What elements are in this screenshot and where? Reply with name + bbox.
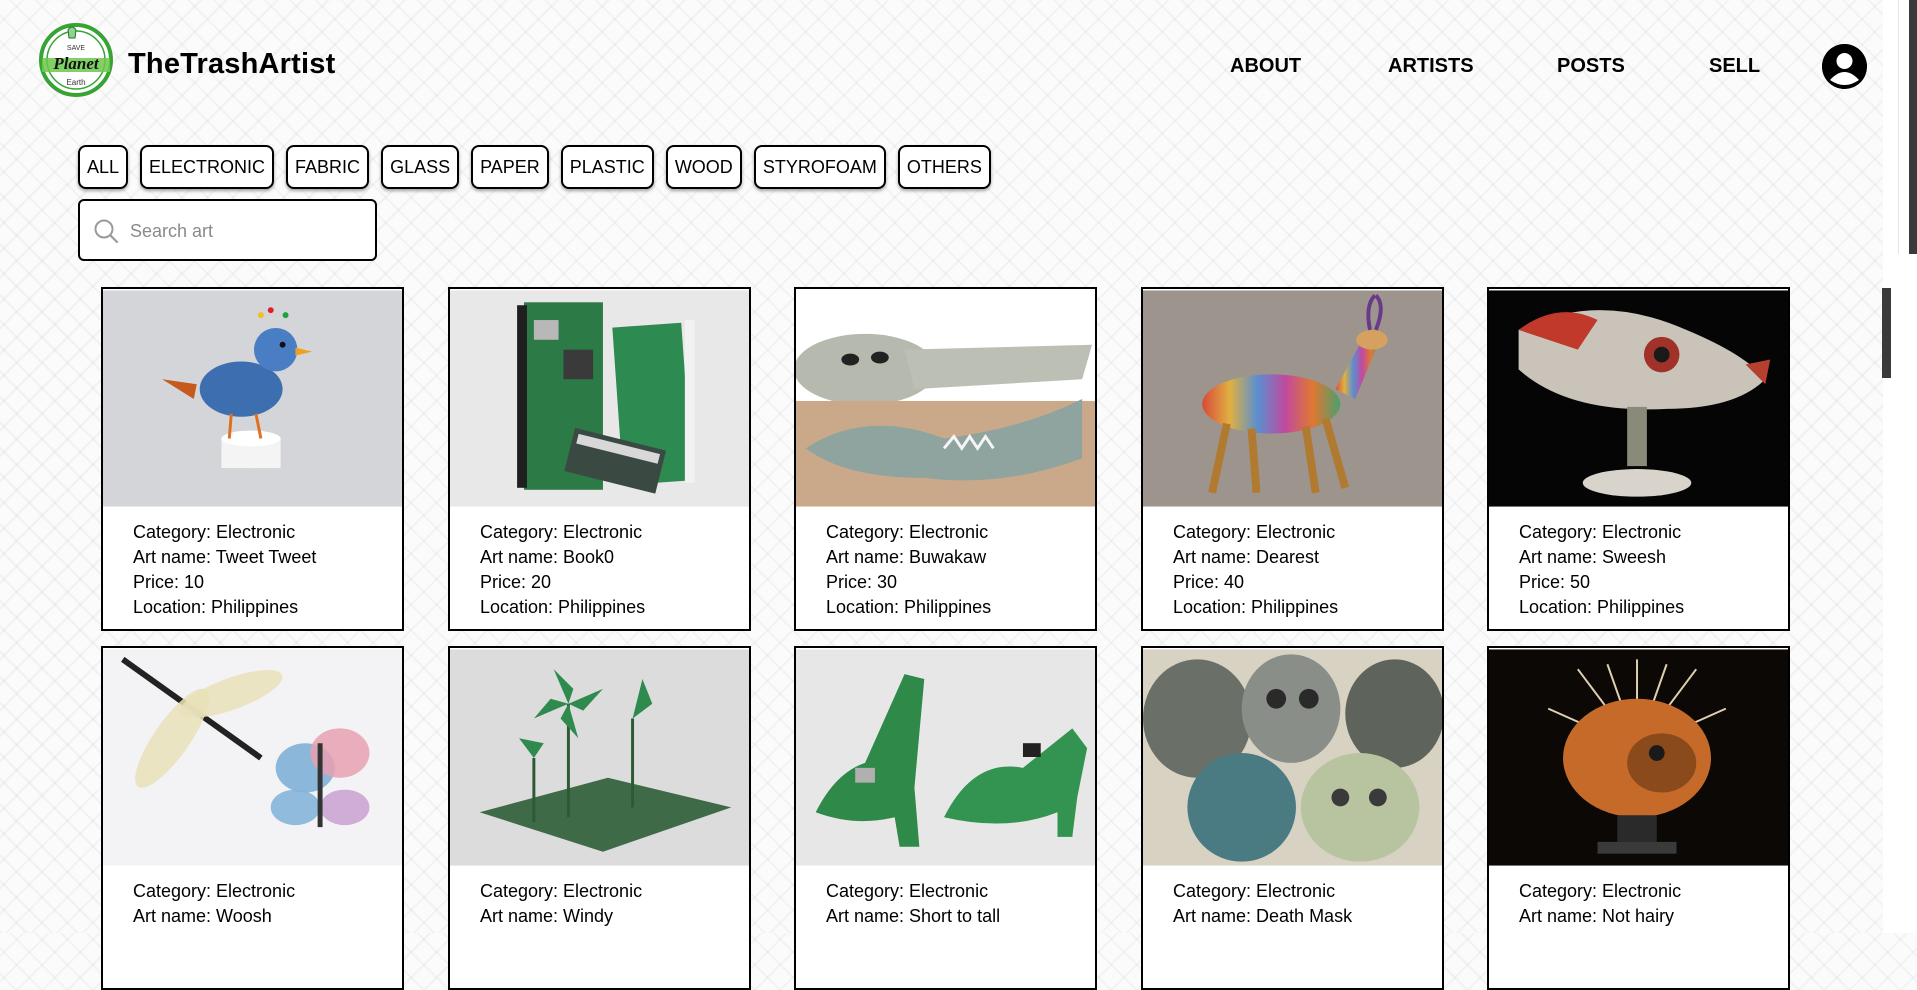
art-image xyxy=(796,649,1095,866)
filter-plastic[interactable]: PLASTIC xyxy=(560,145,654,189)
art-name: Art name: Windy xyxy=(480,906,614,926)
art-location: Location: Philippines xyxy=(1173,597,1339,617)
art-price: Price: 30 xyxy=(826,572,898,592)
art-name: Art name: Death Mask xyxy=(1173,906,1353,926)
art-category: Category: Electronic xyxy=(826,881,989,901)
brand-name[interactable]: TheTrashArtist xyxy=(128,48,335,81)
art-category: Category: Electronic xyxy=(133,522,296,542)
filter-glass[interactable]: GLASS xyxy=(381,145,460,189)
art-card-not-hairy[interactable]: Category: Electronic Art name: Not hairy xyxy=(1487,646,1790,990)
filter-others[interactable]: OTHERS xyxy=(897,145,991,189)
art-image xyxy=(1143,290,1442,507)
filter-paper[interactable]: PAPER xyxy=(471,145,549,189)
art-name: Art name: Buwakaw xyxy=(826,547,987,567)
art-category: Category: Electronic xyxy=(826,522,989,542)
svg-text:Planet: Planet xyxy=(52,54,100,73)
art-card-tweet-tweet[interactable]: Category: Electronic Art name: Tweet Twe… xyxy=(101,287,404,631)
art-location: Location: Philippines xyxy=(133,597,299,617)
art-location: Location: Philippines xyxy=(826,597,992,617)
art-image xyxy=(1489,290,1788,507)
art-image xyxy=(450,649,749,866)
art-image xyxy=(796,290,1095,507)
art-category: Category: Electronic xyxy=(1173,881,1336,901)
filter-all[interactable]: ALL xyxy=(78,145,129,189)
art-card-death-mask[interactable]: Category: Electronic Art name: Death Mas… xyxy=(1141,646,1444,990)
art-card-short-to-tall[interactable]: Category: Electronic Art name: Short to … xyxy=(794,646,1097,990)
inner-scrollbar-thumb[interactable] xyxy=(1882,288,1891,378)
art-info: Category: Electronic Art name: Dearest P… xyxy=(1143,508,1442,620)
filter-styrofoam[interactable]: STYROFOAM xyxy=(753,145,886,189)
art-card-windy[interactable]: Category: Electronic Art name: Windy xyxy=(448,646,751,990)
art-name: Art name: Tweet Tweet xyxy=(133,547,317,567)
art-info: Category: Electronic Art name: Woosh xyxy=(103,867,402,929)
filter-fabric[interactable]: FABRIC xyxy=(286,145,370,189)
art-category: Category: Electronic xyxy=(480,522,643,542)
nav-sell[interactable]: SELL xyxy=(1709,55,1760,78)
search-box[interactable] xyxy=(78,199,377,261)
nav-posts[interactable]: POSTS xyxy=(1557,55,1625,78)
art-category: Category: Electronic xyxy=(133,881,296,901)
art-info: Category: Electronic Art name: Tweet Twe… xyxy=(103,508,402,620)
search-icon xyxy=(92,217,120,245)
art-image xyxy=(103,290,402,507)
art-category: Category: Electronic xyxy=(1519,881,1682,901)
category-filter-bar: ALL ELECTRONIC FABRIC GLASS PAPER PLASTI… xyxy=(78,145,991,189)
art-name: Art name: Short to tall xyxy=(826,906,1001,926)
art-info: Category: Electronic Art name: Windy xyxy=(450,867,749,929)
art-info: Category: Electronic Art name: Not hairy xyxy=(1489,867,1788,929)
art-card-buwakaw[interactable]: Category: Electronic Art name: Buwakaw P… xyxy=(794,287,1097,631)
art-name: Art name: Book0 xyxy=(480,547,615,567)
art-name: Art name: Woosh xyxy=(133,906,272,926)
art-price: Price: 10 xyxy=(133,572,205,592)
search-input[interactable] xyxy=(128,211,372,251)
art-name: Art name: Not hairy xyxy=(1519,906,1675,926)
art-price: Price: 40 xyxy=(1173,572,1245,592)
save-planet-earth-logo[interactable]: SAVE Planet Earth xyxy=(38,22,114,98)
art-location: Location: Philippines xyxy=(480,597,646,617)
art-info: Category: Electronic Art name: Book0 Pri… xyxy=(450,508,749,620)
art-location: Location: Philippines xyxy=(1519,597,1685,617)
art-card-book0[interactable]: Category: Electronic Art name: Book0 Pri… xyxy=(448,287,751,631)
art-category: Category: Electronic xyxy=(1173,522,1336,542)
svg-text:SAVE: SAVE xyxy=(67,45,85,52)
art-price: Price: 50 xyxy=(1519,572,1591,592)
art-card-dearest[interactable]: Category: Electronic Art name: Dearest P… xyxy=(1141,287,1444,631)
filter-wood[interactable]: WOOD xyxy=(665,145,742,189)
art-category: Category: Electronic xyxy=(480,881,643,901)
art-info: Category: Electronic Art name: Death Mas… xyxy=(1143,867,1442,929)
art-image xyxy=(1489,649,1788,866)
art-info: Category: Electronic Art name: Sweesh Pr… xyxy=(1489,508,1788,620)
art-price: Price: 20 xyxy=(480,572,552,592)
art-category: Category: Electronic xyxy=(1519,522,1682,542)
art-image xyxy=(1143,649,1442,866)
art-name: Art name: Dearest xyxy=(1173,547,1320,567)
art-image xyxy=(450,290,749,507)
svg-text:Earth: Earth xyxy=(66,78,85,87)
art-info: Category: Electronic Art name: Buwakaw P… xyxy=(796,508,1095,620)
user-circle-icon[interactable] xyxy=(1822,44,1867,89)
nav-artists[interactable]: ARTISTS xyxy=(1388,55,1474,78)
art-card-woosh[interactable]: Category: Electronic Art name: Woosh xyxy=(101,646,404,990)
page-scrollbar-thumb[interactable] xyxy=(1909,0,1917,254)
art-card-sweesh[interactable]: Category: Electronic Art name: Sweesh Pr… xyxy=(1487,287,1790,631)
navbar: SAVE Planet Earth TheTrashArtist ABOUT A… xyxy=(0,0,1883,132)
art-info: Category: Electronic Art name: Short to … xyxy=(796,867,1095,929)
nav-about[interactable]: ABOUT xyxy=(1230,55,1301,78)
filter-electronic[interactable]: ELECTRONIC xyxy=(140,145,275,189)
art-image xyxy=(103,649,402,866)
art-name: Art name: Sweesh xyxy=(1519,547,1667,567)
